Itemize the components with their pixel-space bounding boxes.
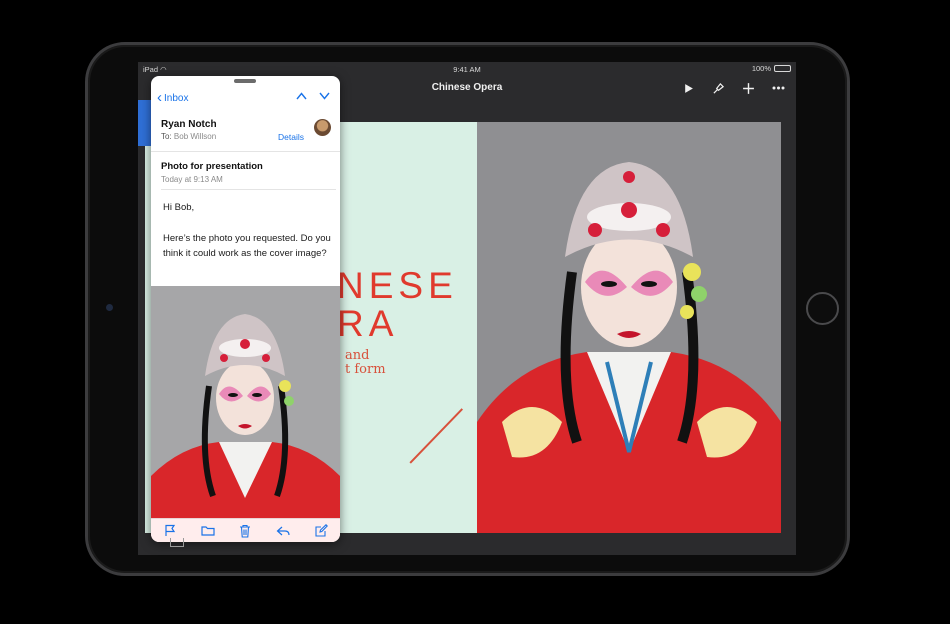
trash-icon[interactable] <box>237 523 253 539</box>
inbox-label: Inbox <box>164 93 189 104</box>
selected-slide-indicator <box>138 100 151 146</box>
folder-icon[interactable] <box>200 523 216 539</box>
decorative-line <box>409 408 463 464</box>
recipient-name: Bob Willson <box>173 132 217 141</box>
mail-body-text: Here’s the photo you requested. Do you t… <box>163 232 331 260</box>
battery-percent: 100% <box>751 64 771 73</box>
details-button[interactable]: Details <box>278 132 304 142</box>
sender-row: Ryan Notch To: Bob Willson Details <box>151 112 340 152</box>
slide-title[interactable]: NESE RA <box>337 267 458 343</box>
slide-subtitle[interactable]: and t form <box>345 349 386 377</box>
battery-icon <box>774 65 791 72</box>
attached-photo[interactable] <box>151 286 340 518</box>
next-message-icon[interactable] <box>317 91 331 105</box>
more-icon[interactable] <box>770 79 786 97</box>
flag-icon[interactable] <box>162 523 178 539</box>
home-button[interactable] <box>806 292 839 325</box>
clock: 9:41 AM <box>453 65 481 74</box>
to-label: To: <box>161 132 172 141</box>
compose-icon[interactable] <box>313 523 329 539</box>
mail-body: Hi Bob, Here’s the photo you requested. … <box>163 200 333 262</box>
mail-header: ‹ Inbox <box>151 88 340 110</box>
opera-performer-photo[interactable] <box>477 122 781 533</box>
recipient-line: To: Bob Willson <box>161 132 216 141</box>
inbox-back-button[interactable]: ‹ Inbox <box>157 88 189 106</box>
front-camera <box>106 304 113 311</box>
format-brush-icon[interactable] <box>710 79 726 97</box>
sender-name: Ryan Notch <box>161 119 217 130</box>
slide-over-grabber[interactable] <box>234 79 256 83</box>
battery-indicator: 100% <box>752 64 791 73</box>
previous-message-icon[interactable] <box>294 91 308 105</box>
add-icon[interactable] <box>740 79 756 97</box>
chevron-left-icon: ‹ <box>157 88 162 106</box>
mail-greeting: Hi Bob, <box>163 202 195 213</box>
share-icon[interactable] <box>170 538 184 547</box>
mail-subject: Photo for presentation <box>161 161 263 172</box>
status-bar: iPad ◠ 9:41 AM 100% <box>138 62 796 76</box>
mail-date: Today at 9:13 AM <box>161 175 223 184</box>
sender-avatar <box>314 119 331 136</box>
navbar-actions <box>680 79 786 97</box>
mail-slide-over: ‹ Inbox Ryan Notch To: Bob Willson Detai… <box>151 76 340 542</box>
subject-row: Photo for presentation Today at 9:13 AM <box>161 156 336 190</box>
play-icon[interactable] <box>680 79 696 97</box>
reply-icon[interactable] <box>275 523 291 539</box>
